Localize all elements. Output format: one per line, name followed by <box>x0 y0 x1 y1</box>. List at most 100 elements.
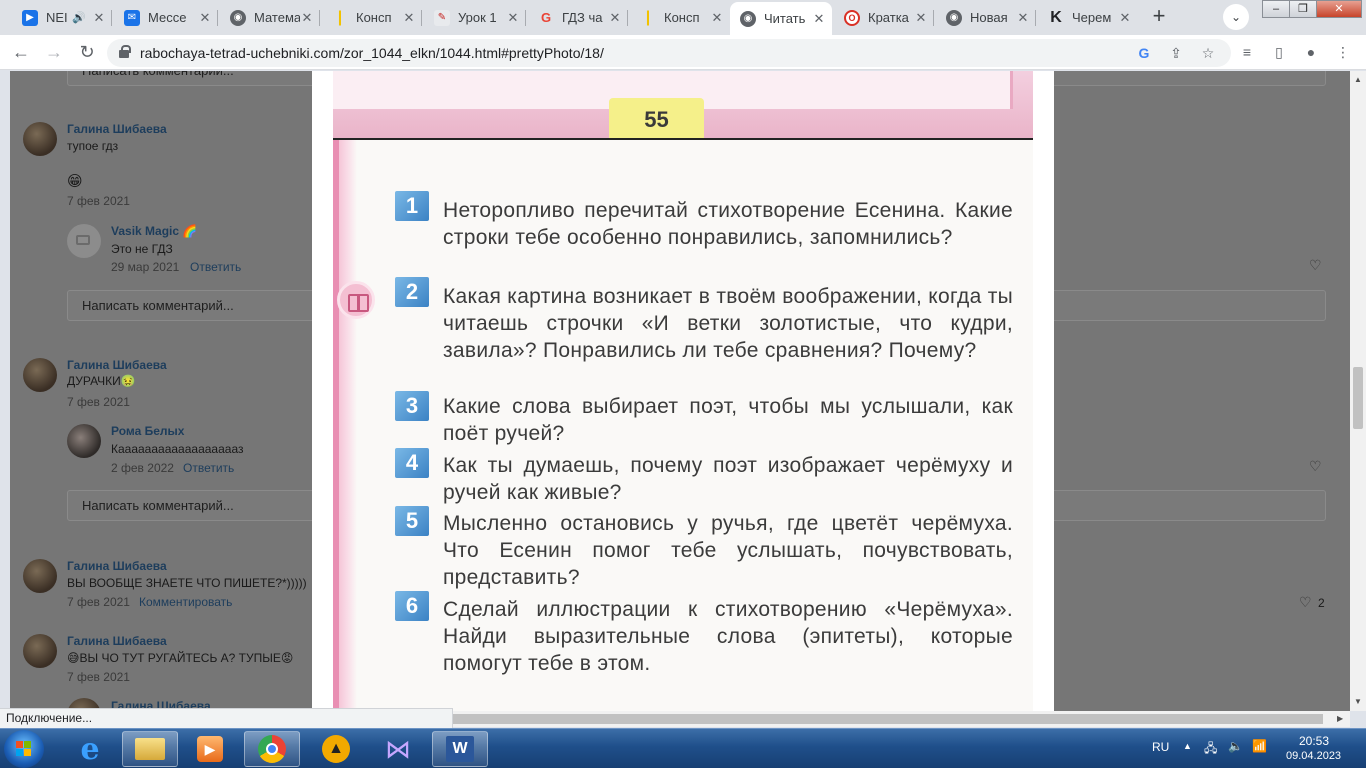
volume-icon[interactable]: 🔈 <box>1228 739 1243 753</box>
avatar[interactable] <box>67 424 101 458</box>
tray-expand-icon[interactable]: ▲ <box>1183 741 1192 751</box>
question-text: Сделай иллюстрации к стихотворению «Черё… <box>443 598 1013 675</box>
tab-cheremukha[interactable]: K Черем ✕ <box>1038 4 1138 31</box>
tab-youtube[interactable]: ▶ NEI 🔊 ✕ <box>12 4 112 31</box>
tab-messenger[interactable]: ✉ Мессе ✕ <box>114 4 218 31</box>
close-tab-icon[interactable]: ✕ <box>506 10 520 26</box>
language-indicator[interactable]: RU <box>1152 740 1169 754</box>
comment-author[interactable]: Галина Шибаева <box>67 634 167 648</box>
scroll-thumb[interactable] <box>453 714 1323 724</box>
screen: ▶ NEI 🔊 ✕ ✉ Мессе ✕ ◉ Матема ✕ | Консп ✕… <box>0 0 1366 768</box>
reply-link[interactable]: Ответить <box>183 461 234 475</box>
bookmark-star-icon[interactable]: ☆ <box>1199 44 1217 62</box>
tab-new[interactable]: ◉ Новая ✕ <box>936 4 1036 31</box>
new-tab-button[interactable]: + <box>1145 5 1173 29</box>
comment-date: 7 фев 2021 <box>67 670 130 684</box>
clock-date[interactable]: 09.04.2023 <box>1286 750 1341 762</box>
taskbar-explorer[interactable] <box>122 731 178 767</box>
chrome-icon <box>258 735 286 763</box>
profile-icon[interactable]: ● <box>1301 42 1321 62</box>
avatar[interactable] <box>23 358 57 392</box>
k-icon: K <box>1050 8 1062 26</box>
close-tab-icon[interactable]: ✕ <box>198 10 212 26</box>
avatar[interactable] <box>67 224 101 258</box>
page-content: Написать комментарий... Галина Шибаева т… <box>0 71 1350 711</box>
book-icon <box>337 281 375 319</box>
reading-list-icon[interactable]: ≡ <box>1237 42 1257 62</box>
taskbar-word[interactable]: W <box>432 731 488 767</box>
close-tab-icon[interactable]: ✕ <box>1016 10 1030 26</box>
comment-link[interactable]: Комментировать <box>139 595 232 609</box>
reload-button[interactable]: ↻ <box>75 41 99 65</box>
horizontal-scrollbar[interactable]: ▶ <box>453 711 1350 727</box>
like-count: 2 <box>1318 596 1325 610</box>
taskbar-visual-studio[interactable]: ⋈ <box>370 731 426 767</box>
textbook-page-image[interactable]: 55 1 Неторопливо перечитай стихотворение… <box>312 71 1054 711</box>
reply-link[interactable]: Ответить <box>190 260 241 274</box>
signal-icon[interactable]: 📶 <box>1252 739 1267 753</box>
close-tab-icon[interactable]: ✕ <box>710 10 724 26</box>
close-tab-icon[interactable]: ✕ <box>812 11 826 27</box>
taskbar-media-player[interactable]: ▶ <box>182 731 238 767</box>
menu-kebab-icon[interactable]: ⋮ <box>1333 42 1353 62</box>
comment-author[interactable]: Галина Шибаева <box>67 559 167 573</box>
tab-title: ГДЗ ча <box>562 10 603 25</box>
close-tab-icon[interactable]: ✕ <box>300 10 314 26</box>
tab-chitat-active[interactable]: ◉ Читать ✕ <box>730 2 832 35</box>
comment-author[interactable]: Галина Шибаева <box>67 358 167 372</box>
comment-author[interactable]: Vasik Magic 🌈 <box>111 224 197 238</box>
google-translate-icon[interactable]: G <box>1135 44 1153 62</box>
yandex-zen-icon: | <box>337 8 343 26</box>
question-text: Мысленно остановись у ручья, где цветёт … <box>443 512 1013 589</box>
messenger-icon: ✉ <box>124 9 140 26</box>
taskbar-internet-explorer[interactable]: e <box>62 731 118 767</box>
tab-konspekt-1[interactable]: | Консп ✕ <box>322 4 422 31</box>
scroll-down-icon[interactable]: ▼ <box>1353 697 1363 706</box>
maximize-button[interactable]: ❐ <box>1289 0 1317 18</box>
close-tab-icon[interactable]: ✕ <box>402 10 416 26</box>
tab-konspekt-2[interactable]: | Консп ✕ <box>630 4 730 31</box>
tab-math[interactable]: ◉ Матема ✕ <box>220 4 320 31</box>
share-icon[interactable]: ⇪ <box>1167 44 1185 62</box>
tab-title: NEI <box>46 10 68 25</box>
comment-author[interactable]: Галина Шибаева <box>67 122 167 136</box>
network-icon[interactable]: 🖧 <box>1204 739 1217 760</box>
clock-time[interactable]: 20:53 <box>1299 734 1329 748</box>
tab-search-button[interactable]: ⌄ <box>1223 4 1249 30</box>
like-heart-icon[interactable]: ♡ <box>1309 257 1322 274</box>
textbook-sheet: 1 Неторопливо перечитай стихотворение Ес… <box>333 140 1033 711</box>
avatar[interactable] <box>23 122 57 156</box>
start-button[interactable] <box>4 730 44 768</box>
question-text: Как ты думаешь, почему поэт изображает ч… <box>443 454 1013 504</box>
folder-icon <box>135 738 165 760</box>
visual-studio-icon: ⋈ <box>385 733 411 764</box>
scroll-thumb[interactable] <box>1353 367 1363 429</box>
like-heart-icon[interactable]: ♡ <box>1299 594 1312 611</box>
side-panel-icon[interactable]: ▯ <box>1269 42 1289 62</box>
minimize-button[interactable]: – <box>1262 0 1290 18</box>
youtube-icon: ▶ <box>22 9 38 26</box>
vertical-scrollbar[interactable]: ▲ ▼ <box>1350 71 1366 711</box>
close-tab-icon[interactable]: ✕ <box>92 10 106 26</box>
comment-author[interactable]: Рома Белых <box>111 424 184 438</box>
taskbar-app-triangle[interactable]: ▲ <box>308 731 364 767</box>
close-window-button[interactable]: ✕ <box>1316 0 1362 18</box>
tab-urok[interactable]: ✎ Урок 1 ✕ <box>424 4 526 31</box>
forward-button[interactable]: → <box>42 41 66 65</box>
lock-icon[interactable] <box>119 45 131 58</box>
scroll-right-icon[interactable]: ▶ <box>1337 714 1343 723</box>
page-number: 55 <box>609 98 704 138</box>
taskbar-chrome[interactable] <box>244 731 300 767</box>
address-bar[interactable]: rabochaya-tetrad-uchebniki.com/zor_1044_… <box>107 39 1231 67</box>
close-tab-icon[interactable]: ✕ <box>914 10 928 26</box>
back-button[interactable]: ← <box>9 41 33 65</box>
like-heart-icon[interactable]: ♡ <box>1309 458 1322 475</box>
tab-gdz[interactable]: G ГДЗ ча ✕ <box>528 4 628 31</box>
scroll-up-icon[interactable]: ▲ <box>1353 75 1363 84</box>
tab-kratka[interactable]: O Кратка ✕ <box>834 4 934 31</box>
avatar[interactable] <box>23 634 57 668</box>
close-tab-icon[interactable]: ✕ <box>608 10 622 26</box>
comment-date: 7 фев 2021 <box>67 395 130 409</box>
avatar[interactable] <box>23 559 57 593</box>
close-tab-icon[interactable]: ✕ <box>1118 10 1132 26</box>
